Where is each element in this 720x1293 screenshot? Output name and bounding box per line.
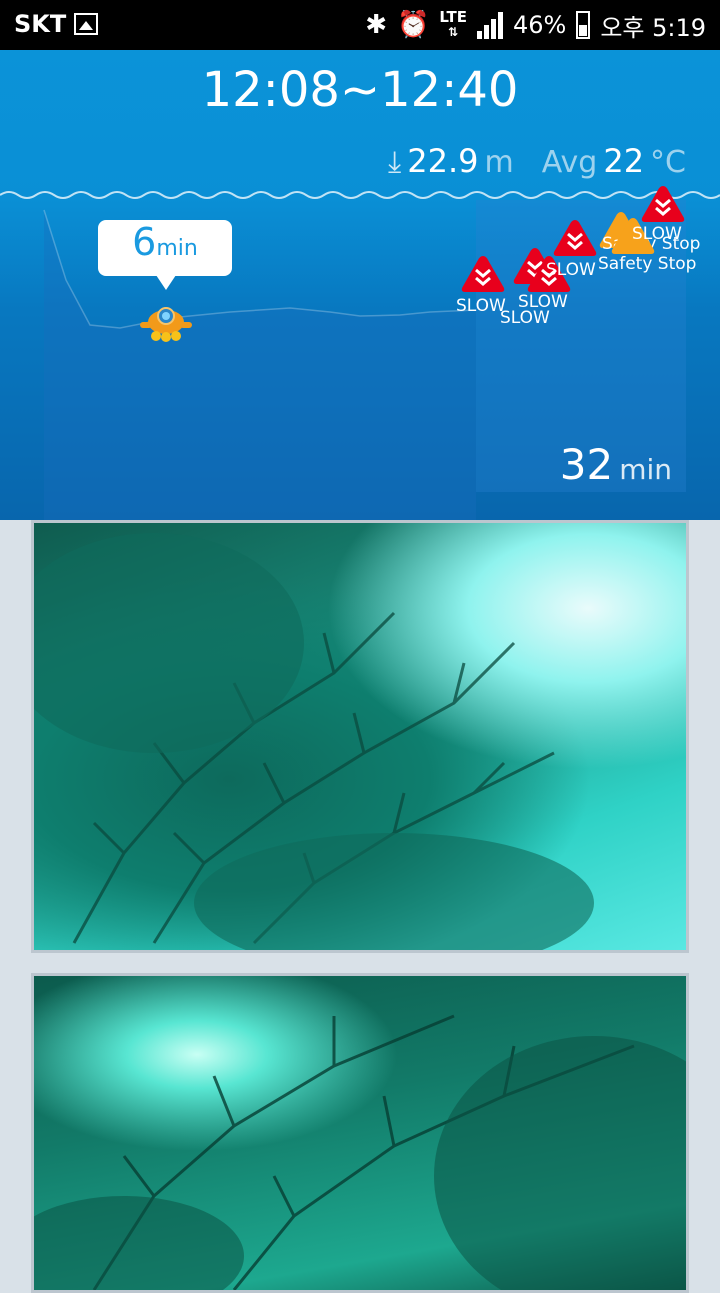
slow-alert-icon[interactable] xyxy=(460,254,506,294)
battery-icon xyxy=(576,11,591,39)
slow-alert-icon[interactable] xyxy=(640,184,686,224)
coral-photo-1[interactable] xyxy=(31,520,689,953)
coral-fan-illustration xyxy=(34,533,594,950)
signal-icon xyxy=(476,11,503,39)
alert-label: SLOW xyxy=(546,260,596,280)
depth-unit: m xyxy=(484,145,514,180)
alert-label: Safety Stop xyxy=(598,254,697,274)
duration-unit: min xyxy=(619,453,672,486)
alert-label: SLOW xyxy=(632,224,682,244)
slow-alert-icon[interactable] xyxy=(552,218,598,258)
clock: 오후 5:19 xyxy=(600,13,706,42)
coral-photo-2[interactable] xyxy=(31,973,689,1293)
marker-time-unit: min xyxy=(156,236,198,261)
coral-fan-illustration-2 xyxy=(34,1014,686,1290)
battery-percent: 46% xyxy=(512,11,567,39)
marker-time-value: 6 xyxy=(132,220,157,264)
alert-label: SLOW xyxy=(456,296,506,316)
avg-temp-value: 22 xyxy=(603,142,645,180)
temp-unit: °C xyxy=(650,145,686,180)
gallery-icon xyxy=(74,13,98,35)
alert-label: SLOW xyxy=(518,292,568,312)
status-icons: ✱ ⏰ LTE ⇅ 46% 오후 5:19 xyxy=(365,0,706,50)
status-bar: SKT ✱ ⏰ LTE ⇅ 46% 오후 5:19 xyxy=(0,0,720,50)
depth-arrow-icon: ⤓ xyxy=(388,145,402,180)
dive-duration: 32 min xyxy=(560,440,672,489)
bluetooth-icon: ✱ xyxy=(365,10,388,40)
network-type: LTE ⇅ xyxy=(439,8,467,40)
carrier-label: SKT xyxy=(14,10,67,38)
dive-stats: ⤓ 22.9 m Avg 22 °C xyxy=(388,142,686,180)
alarm-icon: ⏰ xyxy=(397,10,430,40)
network-label: LTE xyxy=(439,8,467,26)
max-depth-value: 22.9 xyxy=(407,142,479,180)
dive-time-marker-bubble[interactable]: 6min xyxy=(98,220,232,290)
dive-time-range: 12:08~12:40 xyxy=(201,62,519,118)
duration-value: 32 xyxy=(559,440,614,489)
diver-icon[interactable] xyxy=(136,302,196,344)
avg-label: Avg xyxy=(541,145,598,180)
dive-profile-header: 12:08~12:40 ⤓ 22.9 m Avg 22 °C 6min SLOW… xyxy=(0,50,720,520)
